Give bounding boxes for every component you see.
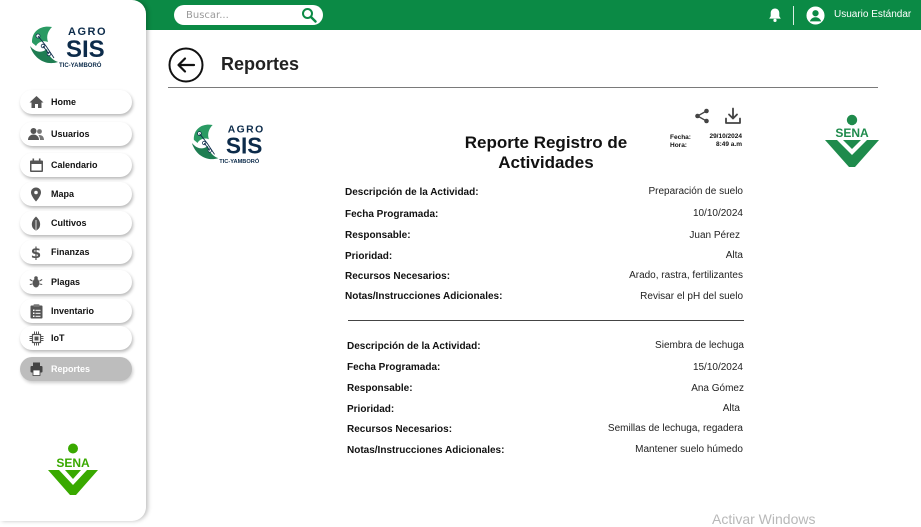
report-date-label: Fecha:: [670, 134, 691, 141]
user-name[interactable]: Usuario Estándar: [834, 9, 911, 20]
record-1-value-notas: Revisar el pH del suelo: [640, 291, 743, 302]
record-2-label-notas: Notas/Instrucciones Adicionales:: [347, 445, 505, 456]
sidebar-item-label: Usuarios: [51, 129, 90, 139]
sidebar-item-label: IoT: [51, 333, 65, 343]
sidebar-item-label: Mapa: [51, 189, 75, 199]
sidebar-item-reportes[interactable]: Reportes: [20, 357, 132, 381]
record-2-label-descripcion: Descripción de la Actividad:: [347, 341, 481, 352]
report-date-value: 29/10/2024: [709, 133, 742, 140]
record-1-label-responsable: Responsable:: [345, 230, 411, 241]
map-pin-icon: [28, 186, 44, 202]
clipboard-icon: [28, 303, 44, 319]
user-avatar-icon[interactable]: [806, 6, 825, 25]
report-agrosis-logo: AGRO SIS TIC-YAMBORÓ: [191, 125, 263, 165]
report-sena-logo-text: SENA: [835, 126, 869, 140]
download-icon[interactable]: [724, 107, 742, 125]
dollar-icon: $: [28, 244, 44, 260]
record-2-value-recursos: Semillas de lechuga, regadera: [607, 423, 743, 434]
report-logo-sis-text: SIS: [226, 132, 263, 158]
page-title: Reportes: [221, 54, 300, 74]
agrosis-logo: AGRO SIS TIC-YAMBORÓ: [30, 26, 106, 69]
bug-icon: [28, 274, 44, 290]
report-sena-logo: SENA: [825, 114, 879, 167]
sena-logo-text: SENA: [56, 456, 90, 470]
record-1-label-descripcion: Descripción de la Actividad:: [345, 187, 479, 198]
report-time-label: Hora:: [670, 142, 687, 149]
header-divider: [168, 87, 878, 88]
record-1-value-responsable: Juan Pérez: [689, 230, 740, 241]
record-2-value-fecha: 15/10/2024: [692, 362, 743, 373]
search-input[interactable]: [186, 8, 296, 22]
printer-icon: [28, 361, 44, 377]
sidebar-item-label: Inventario: [51, 306, 95, 316]
logo-sis-text: SIS: [66, 36, 105, 63]
record-2-label-recursos: Recursos Necesarios:: [347, 424, 453, 435]
sidebar-item-label: Reportes: [51, 364, 91, 374]
record-1-value-prioridad: Alta: [725, 250, 743, 261]
sidebar-item-plagas[interactable]: Plagas: [20, 270, 132, 294]
bell-icon[interactable]: [767, 7, 783, 23]
sidebar-item-label: Cultivos: [51, 218, 87, 228]
calendar-icon: [28, 157, 44, 173]
chip-icon: [28, 330, 44, 346]
logo-tagline-text: TIC-YAMBORÓ: [59, 61, 102, 69]
search-icon[interactable]: [301, 7, 317, 23]
home-icon: [28, 94, 44, 110]
sidebar-item-usuarios[interactable]: Usuarios: [20, 122, 132, 146]
sidebar-item-finanzas[interactable]: $ Finanzas: [20, 240, 132, 264]
sidebar-item-home[interactable]: Home: [20, 90, 132, 114]
sidebar-item-calendario[interactable]: Calendario: [20, 153, 132, 177]
share-icon[interactable]: [694, 108, 710, 124]
report-logo-tagline-text: TIC-YAMBORÓ: [219, 157, 260, 165]
record-1-label-fecha: Fecha Programada:: [345, 209, 439, 220]
sidebar-item-label: Calendario: [51, 160, 98, 170]
sidebar-item-iot[interactable]: IoT: [20, 326, 132, 350]
sidebar-item-mapa[interactable]: Mapa: [20, 182, 132, 206]
record-2-label-responsable: Responsable:: [347, 383, 413, 394]
sidebar-item-label: Plagas: [51, 277, 81, 287]
leaf-icon: [28, 215, 44, 231]
record-2-label-prioridad: Prioridad:: [347, 404, 395, 415]
report-title: Reporte Registro de Actividades: [464, 133, 628, 172]
record-1-label-recursos: Recursos Necesarios:: [345, 271, 451, 282]
windows-activation-watermark: Activar Windows: [712, 511, 816, 527]
sidebar-item-cultivos[interactable]: Cultivos: [20, 211, 132, 235]
sidebar-item-label: Finanzas: [51, 247, 90, 257]
record-2-label-fecha: Fecha Programada:: [347, 362, 441, 373]
sena-logo: SENA: [48, 443, 98, 495]
record-2-value-descripcion: Siembra de lechuga: [655, 340, 744, 351]
record-1-label-notas: Notas/Instrucciones Adicionales:: [345, 291, 503, 302]
back-button[interactable]: [168, 47, 204, 83]
record-2-value-prioridad: Alta: [722, 403, 740, 414]
record-1-value-fecha: 10/10/2024: [692, 208, 743, 219]
report-time-value: 8:49 a.m: [715, 141, 742, 148]
sidebar-item-inventario[interactable]: Inventario: [20, 299, 132, 323]
sidebar-item-label: Home: [51, 97, 77, 107]
topbar-divider: [793, 6, 794, 25]
record-1-label-prioridad: Prioridad:: [345, 251, 393, 262]
svg-text:$: $: [31, 244, 41, 260]
sidebar: AGRO SIS TIC-YAMBORÓ Home Usuarios Calen…: [0, 0, 146, 521]
record-2-value-responsable: Ana Gómez: [691, 383, 744, 394]
search-box[interactable]: [174, 5, 323, 25]
record-2-value-notas: Mantener suelo húmedo: [635, 444, 743, 455]
users-icon: [28, 126, 44, 142]
record-1-value-recursos: Arado, rastra, fertilizantes: [629, 270, 743, 281]
record-divider: [348, 320, 744, 321]
record-1-value-descripcion: Preparación de suelo: [648, 186, 743, 197]
